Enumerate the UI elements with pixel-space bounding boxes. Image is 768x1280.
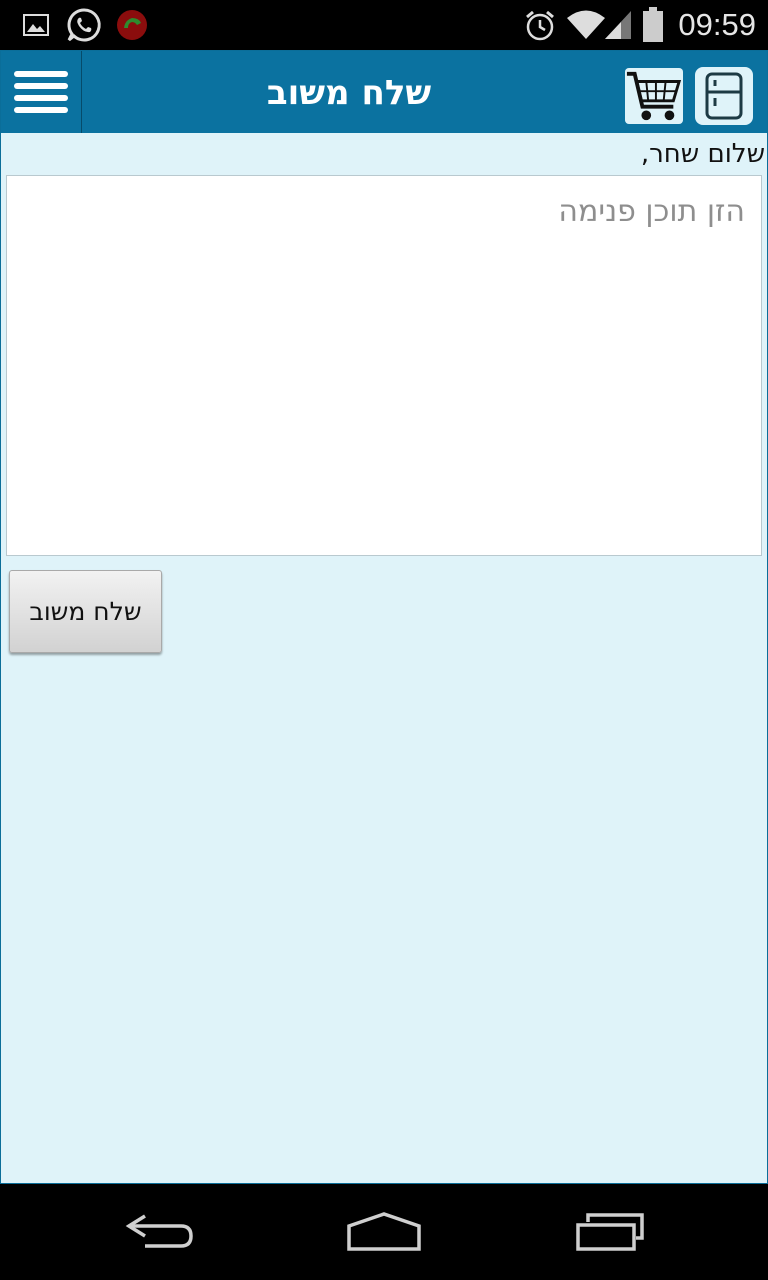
alarm-icon	[522, 0, 558, 50]
send-feedback-button[interactable]: שלח משוב	[9, 570, 162, 653]
battery-icon	[640, 0, 666, 50]
app-frame: שלח משוב שלום שחר, שלח משוב	[0, 50, 768, 1184]
recent-apps-icon	[576, 1213, 644, 1251]
cell-signal-icon	[602, 0, 634, 50]
status-clock: 09:59	[678, 7, 756, 42]
fridge-button[interactable]	[695, 67, 753, 125]
hamburger-menu-icon	[14, 71, 68, 113]
fridge-icon	[705, 72, 743, 120]
action-bar: שלח משוב	[1, 51, 767, 133]
home-icon	[347, 1212, 421, 1251]
gallery-notification-icon	[22, 0, 50, 50]
menu-button[interactable]	[1, 51, 82, 133]
shopping-cart-icon	[625, 67, 683, 125]
cart-button[interactable]	[625, 67, 683, 125]
home-button[interactable]	[324, 1184, 444, 1280]
whatsapp-notification-icon	[64, 0, 104, 50]
page-title: שלח משוב	[266, 73, 432, 113]
greeting-text: שלום שחר,	[640, 139, 765, 169]
back-icon	[125, 1214, 193, 1248]
wifi-icon	[566, 0, 606, 50]
recent-apps-button[interactable]	[550, 1184, 670, 1280]
call-recorder-icon	[114, 0, 150, 50]
feedback-textarea[interactable]	[6, 175, 762, 556]
status-bar: 09:59	[0, 0, 768, 50]
back-button[interactable]	[100, 1184, 220, 1280]
system-nav-bar	[0, 1184, 768, 1280]
